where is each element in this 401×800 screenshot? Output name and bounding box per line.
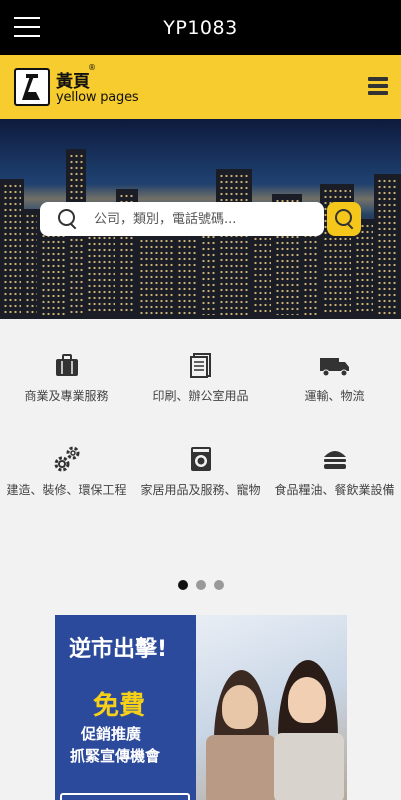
- promo-line-2: 抓緊宣傳機會: [70, 747, 161, 765]
- burger-icon: [321, 445, 349, 473]
- promo-button-outline: [60, 793, 190, 800]
- category-label: 運輸、物流: [304, 389, 365, 403]
- search-input[interactable]: [94, 211, 304, 227]
- building: [216, 169, 252, 319]
- page-title: YP1083: [163, 16, 238, 39]
- gears-icon: [53, 445, 81, 473]
- person-figure: [222, 685, 258, 729]
- document-icon: [187, 351, 215, 379]
- hero-banner: [0, 119, 401, 319]
- person-figure: [274, 733, 344, 800]
- promo-line-1: 促銷推廣: [81, 725, 142, 743]
- pager-dots: [0, 575, 401, 594]
- promo-text-panel: 逆市出擊! 免費 促銷推廣 抓緊宣傳機會: [55, 615, 196, 800]
- category-construction[interactable]: 建造、裝修、環保工程: [0, 445, 133, 499]
- brand-name-cn: 黃頁: [56, 72, 90, 92]
- person-figure: [206, 735, 276, 800]
- pager-dot[interactable]: [195, 580, 206, 590]
- brand-bar: 黃頁 ® yellow pages: [0, 55, 401, 119]
- search-icon: [335, 209, 355, 229]
- pager-dot[interactable]: [213, 580, 224, 590]
- brand-name-en: yellow pages: [56, 90, 139, 105]
- briefcase-icon: [53, 351, 81, 379]
- building: [136, 234, 176, 319]
- registered-mark: ®: [88, 63, 96, 72]
- category-grid: 商業及專業服務 印刷、辦公室用品 運輸、物流 建造、裝修、環保工程 家居用品及服…: [0, 319, 401, 615]
- promo-area: 逆市出擊! 免費 促銷推廣 抓緊宣傳機會: [0, 615, 401, 800]
- promo-banner[interactable]: 逆市出擊! 免費 促銷推廣 抓緊宣傳機會: [55, 615, 347, 800]
- category-label: 食品糧油、餐飲業設備: [274, 483, 395, 497]
- promo-headline: 逆市出擊!: [69, 637, 168, 662]
- search-box: [40, 202, 324, 236]
- category-household[interactable]: 家居用品及服務、寵物: [134, 445, 267, 499]
- promo-photo: [196, 615, 347, 800]
- hamburger-menu-icon[interactable]: [14, 17, 40, 37]
- list-menu-icon[interactable]: [368, 77, 388, 95]
- walking-fingers-logo-icon[interactable]: [14, 68, 50, 106]
- category-label: 印刷、辦公室用品: [152, 389, 249, 403]
- category-label: 商業及專業服務: [24, 389, 109, 403]
- building: [38, 229, 68, 319]
- search-button[interactable]: [327, 202, 361, 236]
- pager-dot[interactable]: [177, 580, 188, 590]
- building: [374, 174, 401, 319]
- building: [198, 224, 218, 319]
- search-icon: [58, 209, 78, 229]
- washing-machine-icon: [187, 445, 215, 473]
- category-transport[interactable]: 運輸、物流: [268, 351, 401, 405]
- category-printing[interactable]: 印刷、辦公室用品: [134, 351, 267, 405]
- category-label: 建造、裝修、環保工程: [6, 483, 127, 497]
- category-business[interactable]: 商業及專業服務: [0, 351, 133, 405]
- building: [300, 229, 322, 319]
- building: [0, 179, 24, 319]
- top-bar: YP1083: [0, 0, 401, 55]
- promo-free: 免費: [93, 691, 146, 721]
- truck-icon: [319, 351, 351, 379]
- category-label: 家居用品及服務、寵物: [140, 483, 261, 497]
- person-figure: [288, 677, 326, 723]
- category-food[interactable]: 食品糧油、餐飲業設備: [268, 445, 401, 499]
